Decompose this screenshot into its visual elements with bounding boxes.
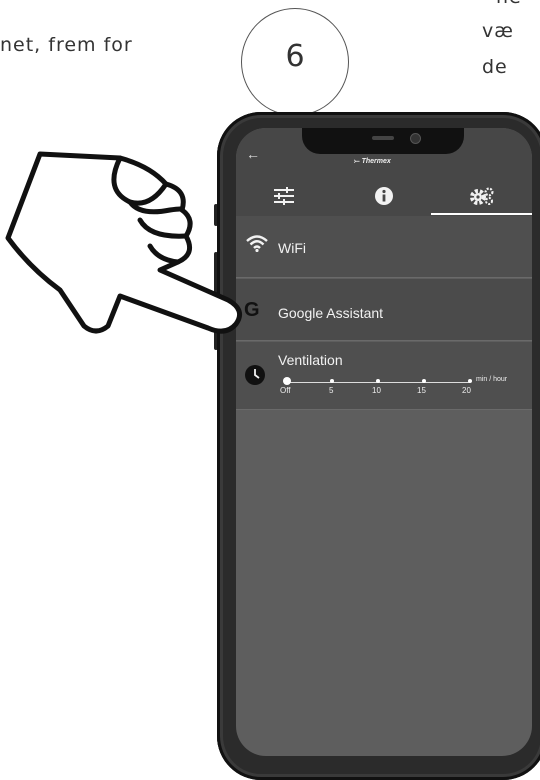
tab-info[interactable] bbox=[336, 178, 432, 214]
phone-screen: ← ⤚ Thermex WiFi G Google Assistant Vent… bbox=[236, 128, 532, 756]
slider-tick-20: 20 bbox=[462, 386, 471, 395]
phone-speaker bbox=[372, 136, 394, 140]
slider-tick-off: Off bbox=[280, 386, 291, 395]
step-number: 6 bbox=[285, 39, 305, 74]
brand-mark-icon: ⤚ bbox=[354, 158, 360, 165]
tab-settings[interactable] bbox=[434, 178, 530, 214]
phone-notch bbox=[302, 128, 464, 154]
brand-logo: ⤚ Thermex bbox=[354, 158, 391, 166]
active-tab-indicator bbox=[431, 213, 532, 215]
slider-tick-5: 5 bbox=[329, 386, 334, 395]
instruction-text-right-3: de bbox=[482, 56, 508, 78]
clock-icon bbox=[245, 365, 265, 385]
step-circle: 6 bbox=[241, 8, 349, 116]
setting-row-ventilation: Ventilation Off 5 10 15 20 min / hour bbox=[236, 342, 532, 410]
app-header: ← ⤚ Thermex bbox=[236, 128, 532, 216]
tab-controls[interactable] bbox=[236, 178, 332, 214]
brand-name: Thermex bbox=[361, 158, 391, 165]
slider-step-dot bbox=[376, 379, 380, 383]
slider-step-dot bbox=[468, 379, 472, 383]
wifi-label: WiFi bbox=[278, 240, 306, 256]
slider-step-dot bbox=[422, 379, 426, 383]
phone-camera bbox=[410, 133, 421, 144]
instruction-text-right-2: væ bbox=[482, 20, 514, 42]
info-icon bbox=[375, 187, 393, 205]
instruction-text-left: net, frem for bbox=[0, 34, 133, 56]
instruction-text-right-1: ne bbox=[496, 0, 522, 8]
ventilation-slider-thumb[interactable] bbox=[283, 377, 291, 385]
slider-unit-label: min / hour bbox=[476, 376, 508, 383]
slider-tick-15: 15 bbox=[417, 386, 426, 395]
setting-row-wifi[interactable]: WiFi bbox=[236, 216, 532, 278]
slider-step-dot bbox=[330, 379, 334, 383]
sliders-icon bbox=[274, 187, 294, 205]
gears-icon bbox=[470, 187, 494, 205]
ventilation-label: Ventilation bbox=[278, 352, 343, 368]
slider-tick-10: 10 bbox=[372, 386, 381, 395]
setting-row-google-assistant[interactable]: G Google Assistant bbox=[236, 279, 532, 341]
pointing-hand-icon bbox=[5, 151, 243, 334]
google-assistant-label: Google Assistant bbox=[278, 305, 384, 321]
